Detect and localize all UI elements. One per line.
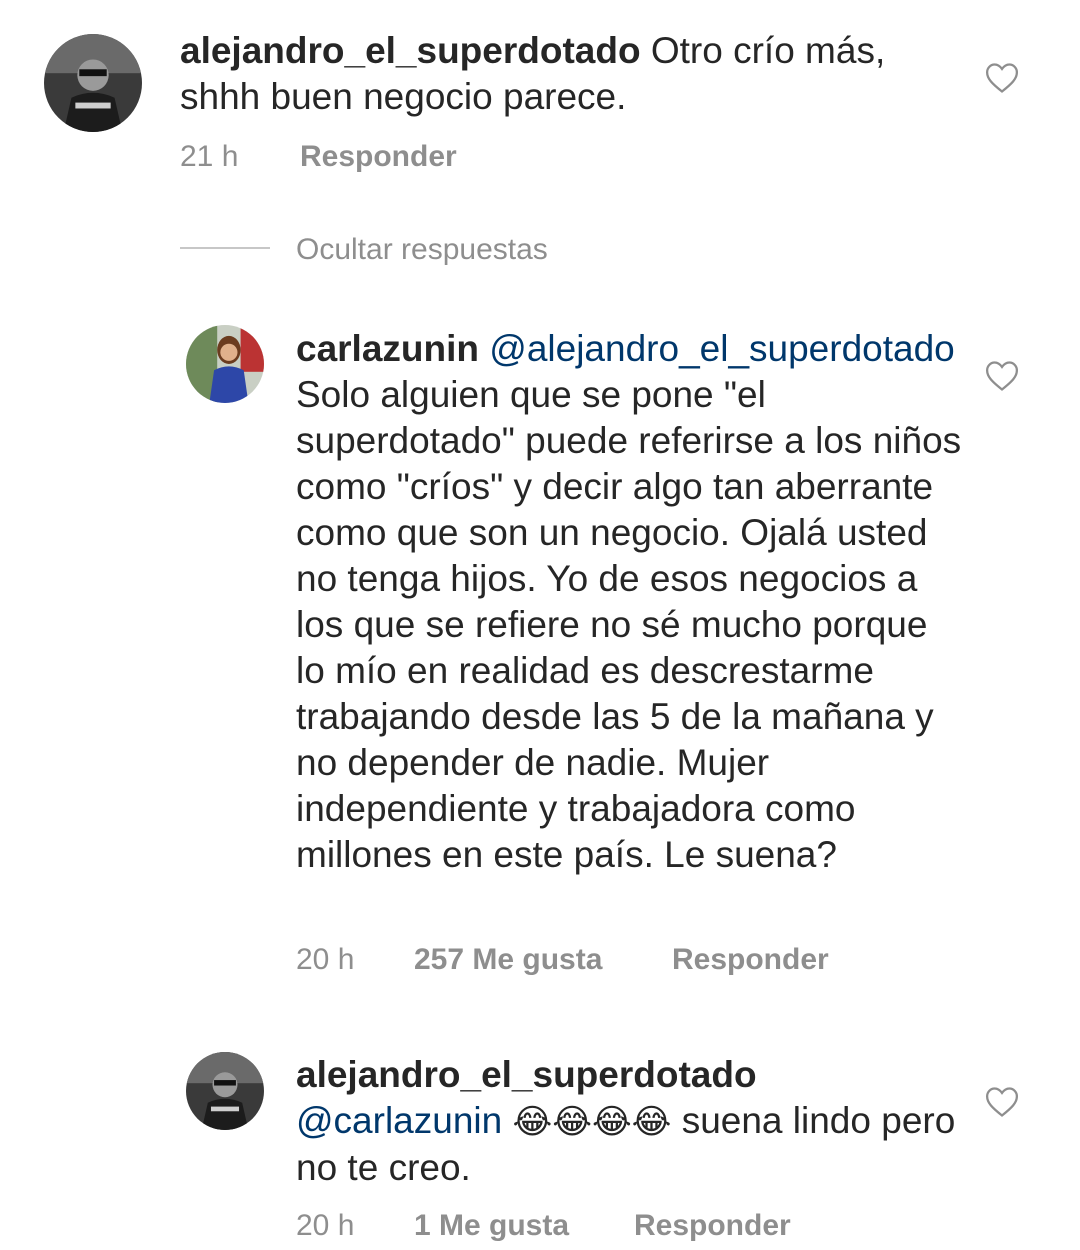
hide-replies-label: Ocultar respuestas (296, 233, 548, 266)
like-button[interactable] (985, 1086, 1019, 1118)
avatar[interactable] (44, 34, 142, 132)
comment-meta: 21 h Responder (180, 137, 780, 177)
divider-line (180, 247, 270, 249)
comment-meta: 20 h 1 Me gusta Responder (296, 1206, 996, 1246)
comment-username[interactable]: alejandro_el_superdotado (180, 30, 641, 71)
reply-button[interactable]: Responder (672, 940, 829, 980)
heart-outline-icon (985, 361, 1019, 391)
mention-link[interactable]: @carlazunin (296, 1100, 502, 1141)
comment-body: alejandro_el_superdotado Otro crío más, … (180, 28, 940, 120)
comment-username[interactable]: alejandro_el_superdotado (296, 1054, 757, 1095)
comment-text: Solo alguien que se pone "el superdotado… (296, 374, 962, 875)
avatar-woman-blue-dress-icon (186, 325, 264, 403)
comment-time: 20 h (296, 1209, 355, 1242)
avatar-man-sunglasses-icon (44, 34, 142, 132)
comment-time: 21 h (180, 140, 239, 173)
like-button[interactable] (985, 360, 1019, 392)
laughing-emoji-group: 😂😂😂😂 (512, 1102, 672, 1142)
comment-body: carlazunin @alejandro_el_superdotado Sol… (296, 326, 966, 878)
mention-link[interactable]: @alejandro_el_superdotado (489, 328, 954, 369)
avatar[interactable] (186, 325, 264, 403)
comment-username[interactable]: carlazunin (296, 328, 479, 369)
heart-outline-icon (985, 63, 1019, 93)
like-button[interactable] (985, 62, 1019, 94)
reply-button[interactable]: Responder (300, 137, 457, 177)
avatar[interactable] (186, 1052, 264, 1130)
comment-text-line-1: Otro crío más, (650, 30, 886, 71)
comment-meta: 20 h 257 Me gusta Responder (296, 940, 996, 980)
comment-body: alejandro_el_superdotado @carlazunin 😂😂😂… (296, 1052, 956, 1191)
comment-time: 20 h (296, 943, 355, 976)
reply-button[interactable]: Responder (634, 1206, 791, 1246)
avatar-man-sunglasses-icon (186, 1052, 264, 1130)
likes-count[interactable]: 257 Me gusta (414, 940, 602, 980)
likes-count[interactable]: 1 Me gusta (414, 1206, 569, 1246)
heart-outline-icon (985, 1087, 1019, 1117)
comment-text-line-2: shhh buen negocio parece. (180, 76, 627, 117)
